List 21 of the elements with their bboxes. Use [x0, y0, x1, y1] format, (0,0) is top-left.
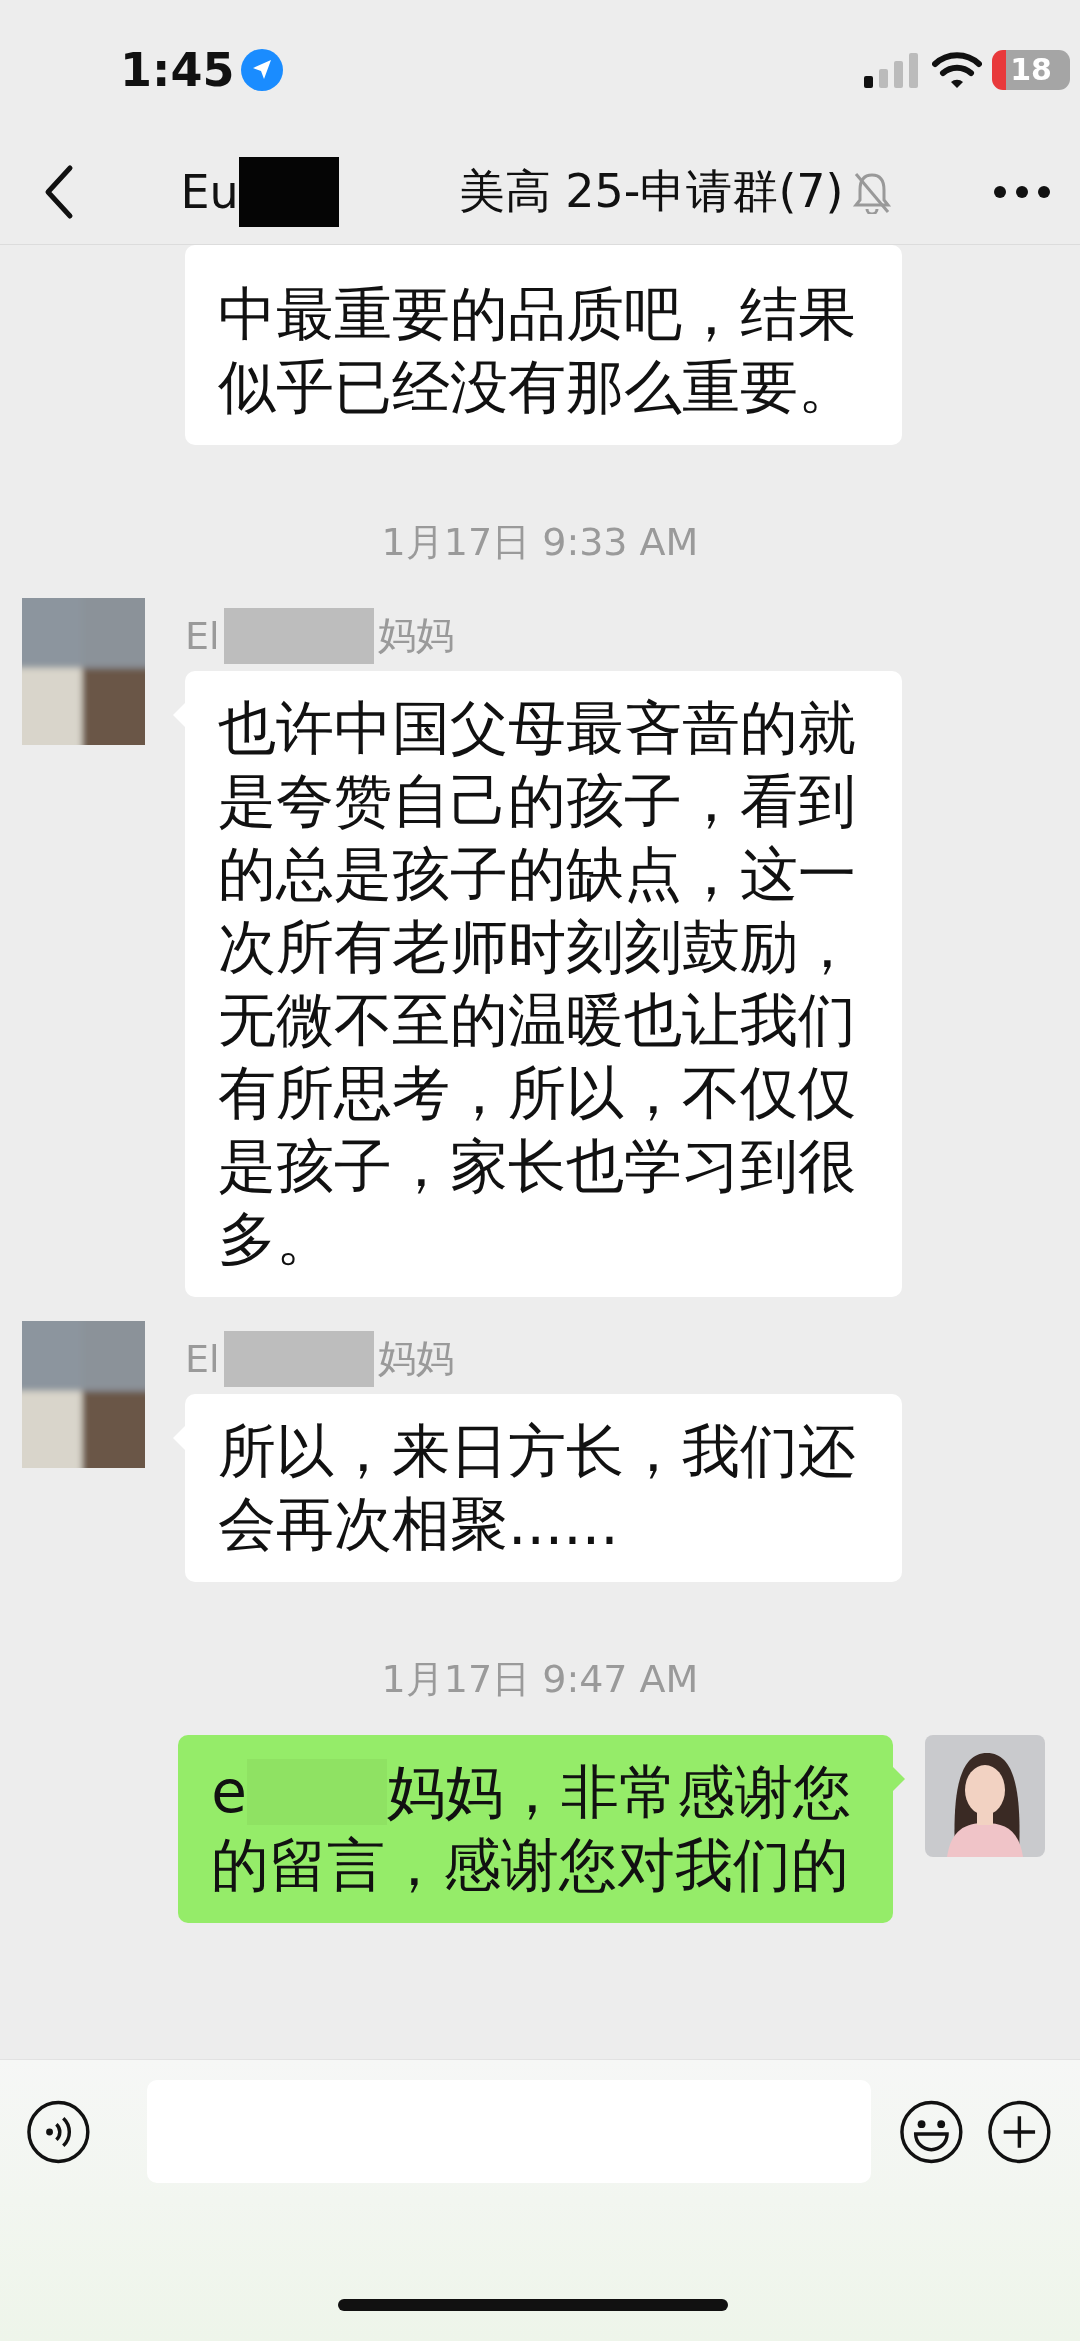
message-bubble: 也许中国父母最吝啬的就是夸赞自己的孩子，看到的总是孩子的缺点，这一次所有老师时刻刻鼓励，无微不至的温暖也让我们有所思考，所以，不仅仅是孩子，家长也学习到很多。: [185, 670, 902, 1297]
timestamp: 1月17日 9:33 AM: [381, 518, 699, 566]
sender-name: 妈妈: [377, 1335, 454, 1383]
timestamp: 1月17日 9:47 AM: [381, 1655, 699, 1703]
message-bubble: 所以，来日方长，我们还会再次相聚......: [185, 1393, 902, 1582]
message-text: e: [211, 1756, 247, 1828]
sender-name: 妈妈: [377, 612, 454, 660]
emoji-icon[interactable]: [898, 2098, 964, 2165]
location-icon: [240, 47, 285, 92]
message-text: 妈妈，非常感谢您: [387, 1756, 851, 1828]
battery-level: 18: [1010, 52, 1052, 88]
chat-title: 美高 25-申请群(7): [458, 162, 844, 220]
add-icon[interactable]: [987, 2098, 1052, 2165]
sender-name: El: [185, 1336, 220, 1381]
sender-name: El: [185, 613, 220, 658]
wifi-icon: [932, 50, 982, 89]
message-text: 的留言，感谢您对我们的: [211, 1829, 851, 1901]
voice-icon[interactable]: [26, 2098, 91, 2165]
status-time: 1:45: [120, 42, 235, 97]
chat-title: Eu: [180, 164, 239, 219]
message-bubble: 中最重要的品质吧，结果似乎已经没有那么重要。: [185, 244, 902, 445]
